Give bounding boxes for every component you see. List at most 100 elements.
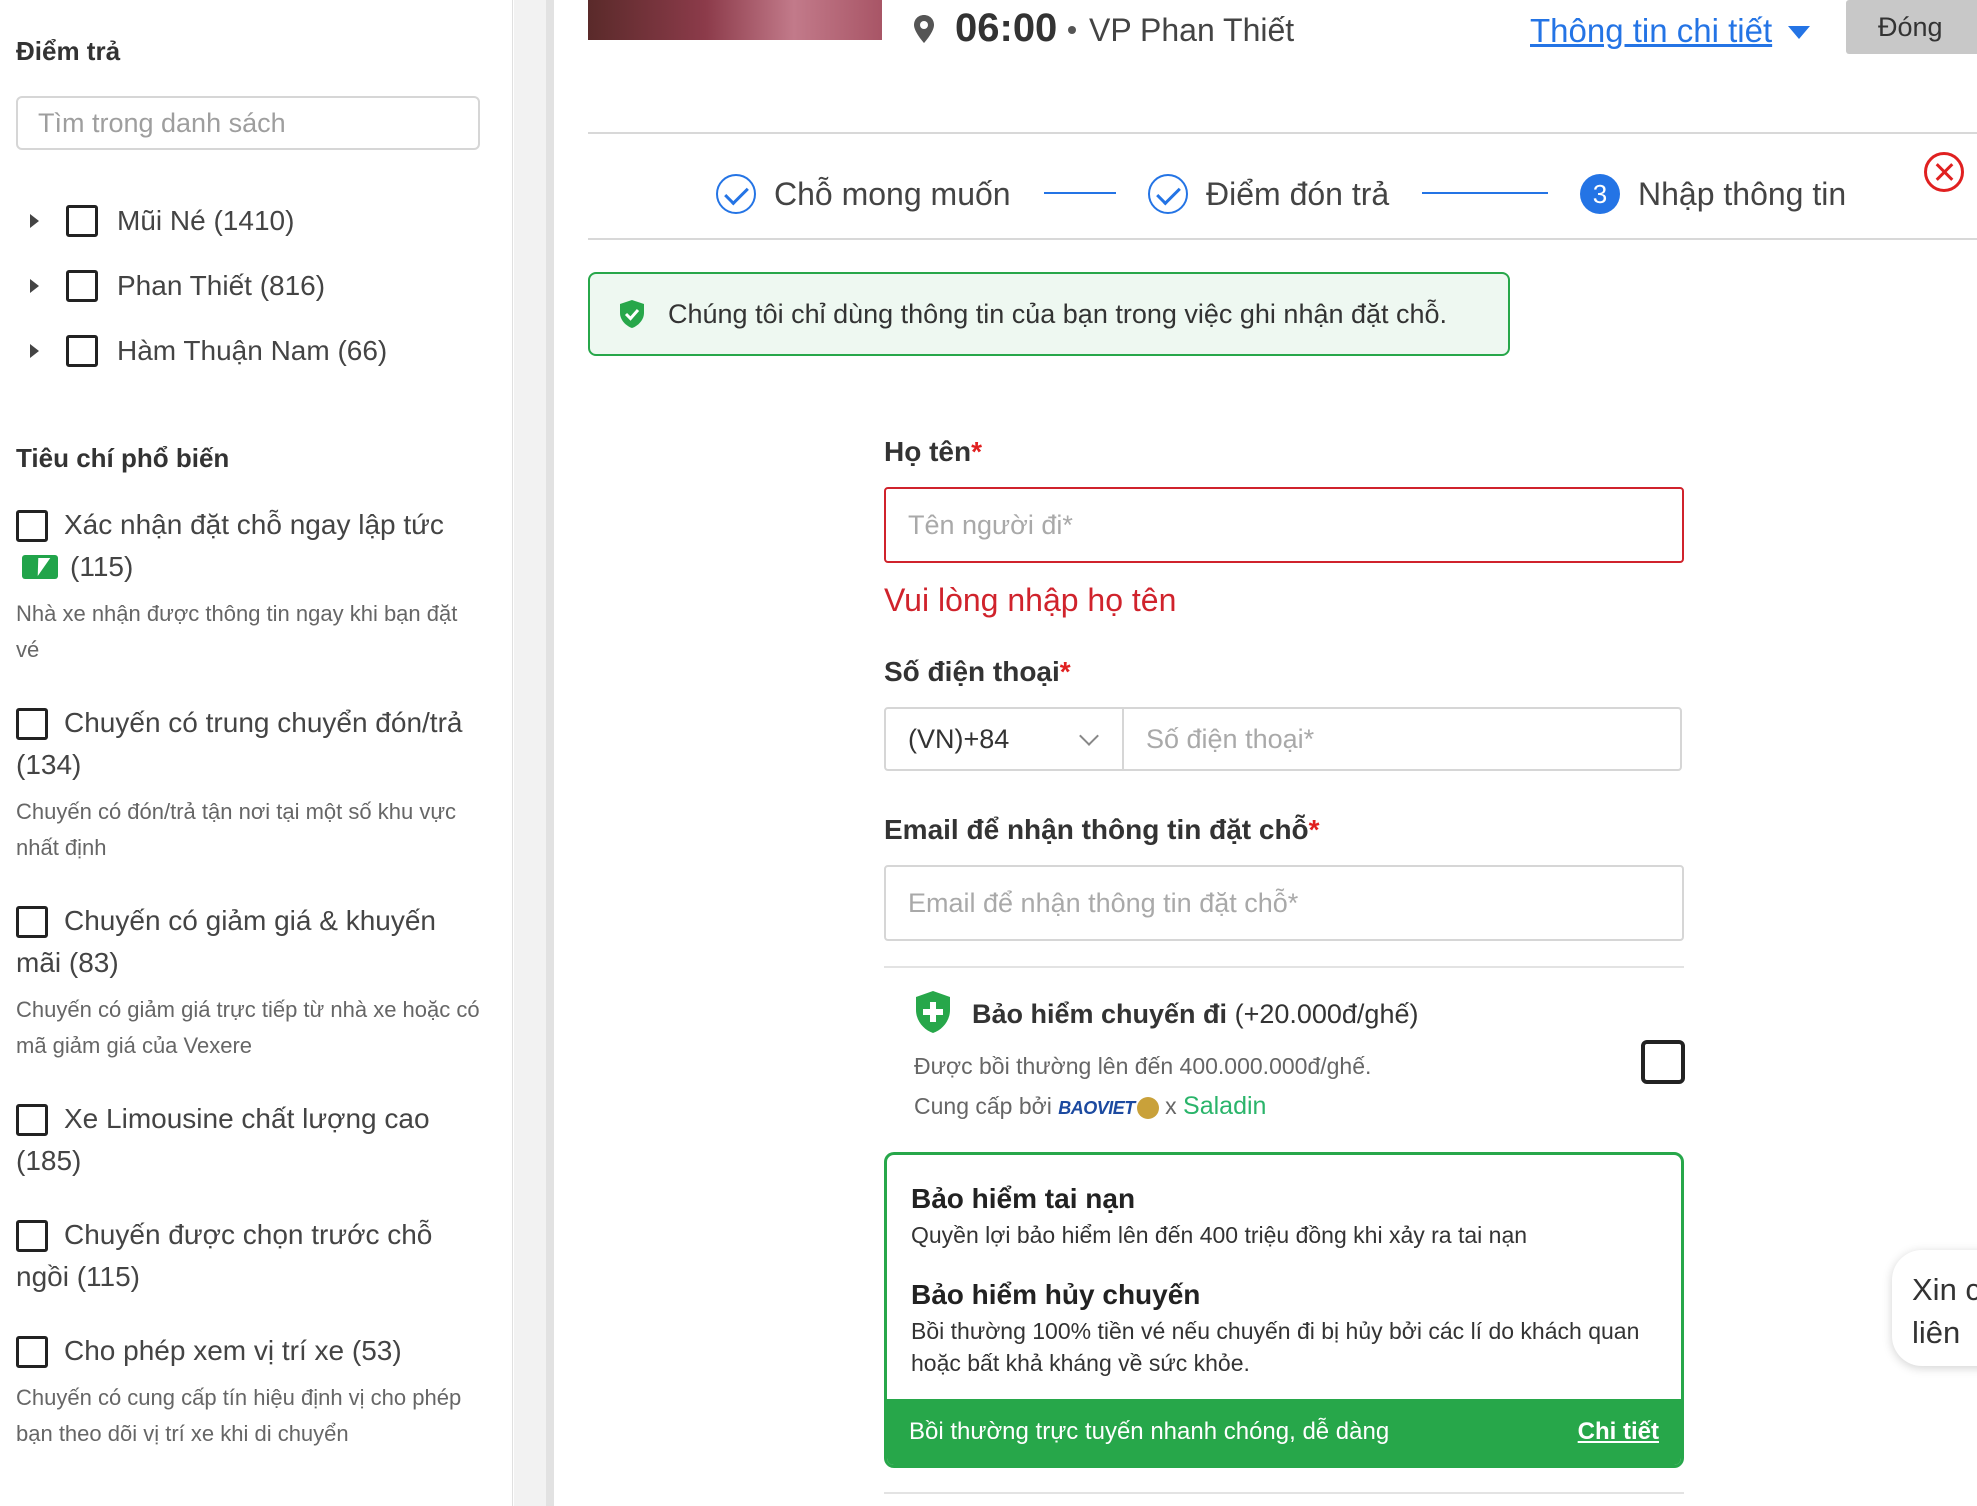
benefits-footer: Bồi thường trực tuyến nhanh chóng, dễ dà…: [887, 1399, 1681, 1465]
privacy-notice: Chúng tôi chỉ dùng thông tin của bạn tro…: [588, 272, 1510, 356]
insurance-checkbox[interactable]: [1641, 1040, 1685, 1084]
name-error-message: Vui lòng nhập họ tên: [884, 582, 1177, 618]
criterion-toggle[interactable]: Xe Limousine chất lượng cao: [16, 1098, 486, 1140]
country-code-select[interactable]: (VN)+84: [886, 709, 1124, 769]
criterion-checkbox[interactable]: [16, 708, 48, 740]
step-number: 3: [1580, 174, 1620, 214]
location-label: Phan Thiết (816): [117, 270, 326, 301]
expand-caret-icon[interactable]: [30, 344, 39, 358]
station-name: VP Phan Thiết: [1089, 12, 1295, 48]
insurance-title: Bảo hiểm chuyến đi (+20.000đ/ghế): [972, 999, 1419, 1029]
criterion-transfer: Chuyến có trung chuyển đón/trả (134) Chu…: [16, 702, 486, 866]
insurance-divider: [884, 966, 1684, 968]
criterion-limousine: Xe Limousine chất lượng cao (185): [16, 1098, 486, 1182]
step-seat[interactable]: Chỗ mong muốn: [716, 172, 1011, 216]
separator-dot: [1068, 26, 1076, 34]
chevron-down-icon[interactable]: [1788, 26, 1810, 39]
step-pickup[interactable]: Điểm đón trả: [1148, 172, 1389, 216]
check-circle-icon: [1148, 174, 1188, 214]
location-checkbox[interactable]: [66, 270, 98, 302]
form-bottom-divider: [884, 1492, 1684, 1494]
criterion-checkbox[interactable]: [16, 906, 48, 938]
criterion-toggle[interactable]: Xác nhận đặt chỗ ngay lập tức: [16, 504, 486, 546]
departure-time: 06:00: [955, 6, 1058, 50]
chat-text: Xin c: [1912, 1272, 1977, 1307]
criterion-title: Chuyến có giảm giá & khuyến: [64, 905, 436, 936]
criterion-instant-confirm: Xác nhận đặt chỗ ngay lập tức (115) Nhà …: [16, 504, 486, 668]
location-item-ham-thuan-nam[interactable]: Hàm Thuận Nam (66): [30, 331, 387, 371]
close-button[interactable]: Đóng: [1846, 0, 1977, 54]
criterion-checkbox[interactable]: [16, 510, 48, 542]
criterion-title-cont: (134): [16, 749, 82, 780]
location-label: Hàm Thuận Nam (66): [117, 335, 388, 366]
insurance-provider: Cung cấp bởi BAOVIET x Saladin: [914, 1092, 1267, 1120]
insurance-benefits-card: Bảo hiểm tai nạn Quyền lợi bảo hiểm lên …: [884, 1152, 1684, 1468]
baoviet-logo: BAOVIET: [1058, 1098, 1135, 1118]
location-label: Mũi Né (1410): [117, 205, 295, 236]
criterion-title: Chuyến có trung chuyển đón/trả: [64, 707, 463, 738]
stepper-divider: [588, 238, 1977, 240]
phone-input[interactable]: [1124, 709, 1680, 769]
phone-label: Số điện thoại*: [884, 656, 1071, 687]
criterion-toggle[interactable]: Chuyến có giảm giá & khuyến: [16, 900, 486, 942]
criterion-title: Cho phép xem vị trí xe (53): [64, 1335, 402, 1366]
criterion-toggle[interactable]: Cho phép xem vị trí xe (53): [16, 1330, 486, 1372]
notice-text: Chúng tôi chỉ dùng thông tin của bạn tro…: [668, 298, 1448, 329]
country-code-value: (VN)+84: [908, 723, 1010, 754]
baoviet-logo-icon: [1136, 1096, 1159, 1119]
check-circle-icon: [716, 174, 756, 214]
insurance-shield-icon: [916, 991, 950, 1033]
criterion-toggle[interactable]: Chuyến có trung chuyển đón/trả: [16, 702, 486, 744]
criterion-checkbox[interactable]: [16, 1336, 48, 1368]
criterion-title-cont: mãi (83): [16, 947, 119, 978]
criterion-discount: Chuyến có giảm giá & khuyến mãi (83) Chu…: [16, 900, 486, 1064]
trip-detail-link[interactable]: Thông tin chi tiết: [1530, 12, 1772, 50]
header-divider: [588, 132, 1977, 134]
shield-check-icon: [620, 300, 644, 328]
criterion-checkbox[interactable]: [16, 1220, 48, 1252]
step-label: Điểm đón trả: [1206, 175, 1390, 212]
step-label: Chỗ mong muốn: [774, 175, 1011, 212]
location-checkbox[interactable]: [66, 205, 98, 237]
chat-widget[interactable]: Xin c liên: [1892, 1250, 1977, 1366]
location-pin-icon: [914, 15, 934, 43]
location-checkbox[interactable]: [66, 335, 98, 367]
name-label: Họ tên*: [884, 436, 983, 467]
criterion-count: (115): [70, 551, 134, 582]
step-connector: [1044, 192, 1116, 194]
criterion-toggle[interactable]: Chuyến được chọn trước chỗ: [16, 1214, 486, 1256]
footer-text: Bồi thường trực tuyến nhanh chóng, dễ dà…: [909, 1418, 1390, 1445]
chevron-down-icon: [1079, 726, 1099, 746]
saladin-logo: Saladin: [1183, 1092, 1267, 1120]
insurance-detail-link[interactable]: Chi tiết: [1578, 1418, 1659, 1446]
chat-text: liên: [1912, 1315, 1961, 1350]
phone-field: (VN)+84: [884, 707, 1682, 771]
criterion-description: Nhà xe nhận được thông tin ngay khi bạn …: [16, 601, 458, 662]
dropoff-search-input[interactable]: [16, 96, 480, 150]
email-input[interactable]: [884, 865, 1684, 941]
bus-thumbnail: [588, 0, 882, 40]
step-connector: [1422, 192, 1548, 194]
dropoff-heading: Điểm trả: [16, 36, 121, 66]
criterion-description: Chuyến có giảm giá trực tiếp từ nhà xe h…: [16, 997, 480, 1058]
email-label: Email để nhận thông tin đặt chỗ*: [884, 814, 1320, 845]
criteria-heading: Tiêu chí phổ biến: [16, 443, 230, 473]
location-item-phan-thiet[interactable]: Phan Thiết (816): [30, 266, 325, 306]
panel-divider: [546, 0, 554, 1506]
criterion-title: Xe Limousine chất lượng cao: [64, 1103, 430, 1134]
criterion-vehicle-location: Cho phép xem vị trí xe (53) Chuyến có cu…: [16, 1330, 486, 1452]
criterion-checkbox[interactable]: [16, 1104, 48, 1136]
close-circle-icon[interactable]: [1924, 152, 1964, 192]
filter-sidebar: Điểm trả Mũi Né (1410) Phan Thiết (816) …: [0, 0, 513, 1506]
criterion-seat-select: Chuyến được chọn trước chỗ ngồi (115): [16, 1214, 486, 1298]
location-item-mui-ne[interactable]: Mũi Né (1410): [30, 201, 294, 241]
step-info: 3 Nhập thông tin: [1580, 172, 1846, 216]
lightning-badge-icon: [22, 555, 58, 579]
benefit-accident: Bảo hiểm tai nạn Quyền lợi bảo hiểm lên …: [911, 1183, 1528, 1248]
criterion-title-cont: (185): [16, 1145, 82, 1176]
expand-caret-icon[interactable]: [30, 279, 39, 293]
criterion-title-cont: ngồi (115): [16, 1261, 141, 1292]
name-input[interactable]: [884, 487, 1684, 563]
criterion-description: Chuyến có đón/trả tận nơi tại một số khu…: [16, 799, 457, 860]
expand-caret-icon[interactable]: [30, 214, 39, 228]
